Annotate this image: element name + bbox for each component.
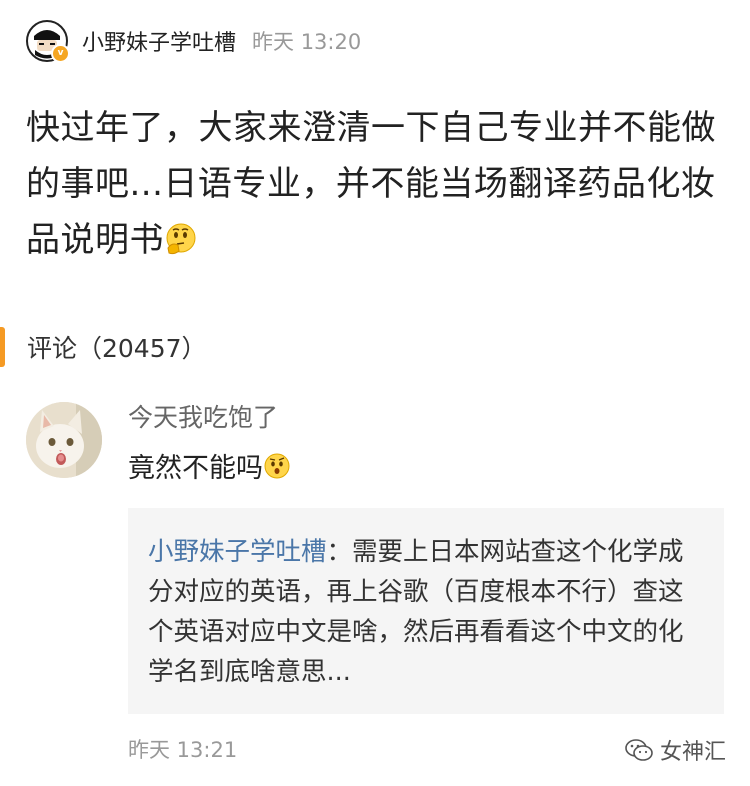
reply-author[interactable]: 小野妹子学吐槽 [148,537,327,567]
wechat-icon [625,739,653,761]
commenter-avatar[interactable] [26,402,102,478]
post-author[interactable]: 小野妹子学吐槽 [82,25,236,57]
comment-content: 竟然不能吗 [128,446,291,485]
comments-count-label[interactable]: 评论（20457） [27,329,207,365]
commenter-name[interactable]: 今天我吃饱了 [128,398,278,434]
verified-badge: v [51,44,70,63]
reply-content: 小野妹子学吐槽：需要上日本网站查这个化学成分对应的英语，再上谷歌（百度根本不行）… [148,532,704,692]
comment-time: 昨天 13:21 [128,738,238,762]
post-text: 快过年了，大家来澄清一下自己专业并不能做的事吧...日语专业，并不能当场翻译药品… [26,108,716,260]
surprised-face-icon [264,453,290,479]
cat-avatar-icon [26,402,102,478]
thinking-face-icon [166,223,196,255]
comment-text: 竟然不能吗 [128,453,263,484]
comments-section-header: 评论（20457） [0,325,207,369]
post-content: 快过年了，大家来澄清一下自己专业并不能做的事吧...日语专业，并不能当场翻译药品… [26,100,726,268]
post-header: v 小野妹子学吐槽 昨天 13:20 [26,18,361,64]
watermark-text: 女神汇 [659,740,726,765]
reply-separator: ： [326,537,353,567]
reply-box[interactable]: 小野妹子学吐槽：需要上日本网站查这个化学成分对应的英语，再上谷歌（百度根本不行）… [128,508,724,714]
watermark: 女神汇 [624,734,726,766]
author-avatar[interactable]: v [26,20,70,63]
comments-accent-bar [0,327,5,367]
post-time: 昨天 13:20 [252,30,362,54]
